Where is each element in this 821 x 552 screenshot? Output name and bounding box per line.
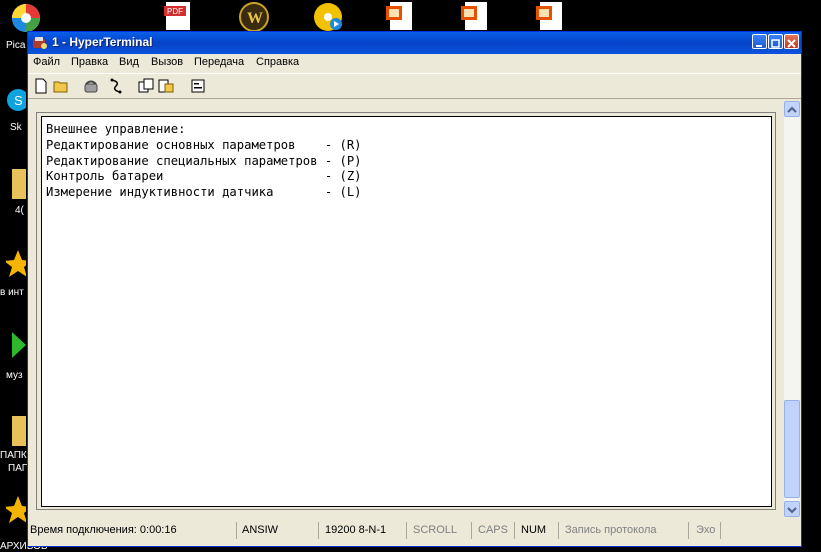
desktop-icon-ppt3[interactable] (530, 2, 570, 30)
desktop-icon-warcraft[interactable]: W (234, 2, 274, 32)
presentation-icon (461, 2, 487, 30)
presentation-icon (536, 2, 562, 30)
svg-text:S: S (14, 93, 23, 108)
pdf-icon: PDF (164, 2, 190, 30)
hyperterminal-window: 1 - HyperTerminal Файл Правка Вид Вызов … (27, 31, 802, 547)
minimize-icon (756, 45, 762, 47)
star-icon[interactable] (6, 494, 26, 524)
terminal-line: Контроль батареи - (Z) (46, 169, 362, 184)
menu-file[interactable]: Файл (33, 56, 60, 68)
desktop-label: ПАПК (0, 450, 27, 461)
scroll-up-button[interactable] (784, 101, 800, 117)
terminal-line: Редактирование основных параметров - (R) (46, 137, 362, 152)
terminal-line: Редактирование специальных параметров - … (46, 153, 362, 168)
folder-icon[interactable] (8, 412, 26, 448)
hyperterminal-icon[interactable] (32, 35, 48, 51)
desktop-icon-pdf[interactable]: PDF (158, 2, 198, 30)
status-num: NUM (521, 524, 547, 536)
menu-help[interactable]: Справка (256, 56, 299, 68)
desktop-icon-ppt2[interactable] (455, 2, 495, 30)
presentation-icon (386, 2, 412, 30)
desktop-icon-media[interactable] (308, 2, 348, 32)
status-divider (514, 522, 515, 539)
status-caps: CAPS (478, 524, 508, 536)
desktop-label: в инт (0, 287, 24, 298)
chevron-down-icon (787, 507, 797, 514)
call-icon[interactable] (83, 78, 99, 94)
status-divider (318, 522, 319, 539)
maximize-button[interactable] (768, 34, 783, 49)
status-scroll: SCROLL (413, 524, 458, 536)
desktop-label: Pica (6, 40, 26, 51)
status-divider (720, 522, 721, 539)
scroll-thumb[interactable] (784, 400, 800, 498)
menu-transfer[interactable]: Передача (194, 56, 244, 68)
status-emulation: ANSIW (242, 524, 279, 536)
terminal-screen[interactable]: Внешнее управление: Редактирование основн… (41, 116, 772, 507)
menu-call[interactable]: Вызов (151, 56, 183, 68)
close-icon (787, 39, 796, 48)
maximize-icon (771, 39, 780, 48)
menu-edit[interactable]: Правка (71, 56, 108, 68)
vertical-scrollbar[interactable] (784, 101, 800, 517)
svg-text:W: W (247, 10, 263, 27)
minimize-button[interactable] (752, 34, 767, 49)
scroll-down-button[interactable] (784, 501, 800, 517)
properties-icon[interactable] (190, 78, 206, 94)
status-divider (406, 522, 407, 539)
menu-bar: Файл Правка Вид Вызов Передача Справка (28, 54, 801, 72)
svg-text:PDF: PDF (167, 7, 183, 16)
terminal-frame: Внешнее управление: Редактирование основн… (36, 112, 776, 510)
receive-icon[interactable] (158, 78, 174, 94)
window-title: 1 - HyperTerminal (52, 35, 153, 49)
star-icon[interactable] (6, 248, 26, 278)
menu-view[interactable]: Вид (119, 56, 139, 68)
chevron-up-icon (787, 106, 797, 113)
terminal-output: Внешнее управление: Редактирование основн… (46, 122, 362, 201)
desktop-icon-ppt1[interactable] (380, 2, 420, 30)
desktop-label: Sk (10, 122, 22, 133)
status-divider (558, 522, 559, 539)
desktop-icon-picasa[interactable] (6, 2, 46, 34)
close-button[interactable] (784, 34, 799, 49)
desktop-label: ПАП (8, 463, 29, 474)
status-divider (471, 522, 472, 539)
open-folder-icon[interactable] (53, 78, 69, 94)
title-bar[interactable]: 1 - HyperTerminal (28, 32, 801, 54)
folder-icon[interactable] (8, 165, 26, 201)
toolbar (28, 73, 801, 99)
terminal-line: Измерение индуктивности датчика - (L) (46, 185, 362, 200)
status-capture: Запись протокола (565, 524, 657, 536)
new-icon[interactable] (33, 78, 49, 94)
status-connect-time: Время подключения: 0:00:16 (30, 524, 177, 536)
status-port-settings: 19200 8-N-1 (325, 524, 387, 536)
warcraft-icon: W (239, 2, 269, 32)
picasa-icon (12, 4, 40, 32)
status-bar: Время подключения: 0:00:16 ANSIW 19200 8… (28, 520, 801, 542)
media-icon (314, 3, 342, 31)
disconnect-icon[interactable] (108, 78, 124, 94)
status-echo: Эхо (696, 524, 716, 536)
skype-icon[interactable]: S (6, 84, 26, 118)
terminal-line: Внешнее управление: (46, 122, 186, 136)
status-divider (236, 522, 237, 539)
play-icon[interactable] (8, 328, 26, 362)
desktop-label: муз (6, 370, 23, 381)
status-divider (688, 522, 689, 539)
desktop-label: 4( (15, 205, 24, 216)
send-icon[interactable] (138, 78, 154, 94)
